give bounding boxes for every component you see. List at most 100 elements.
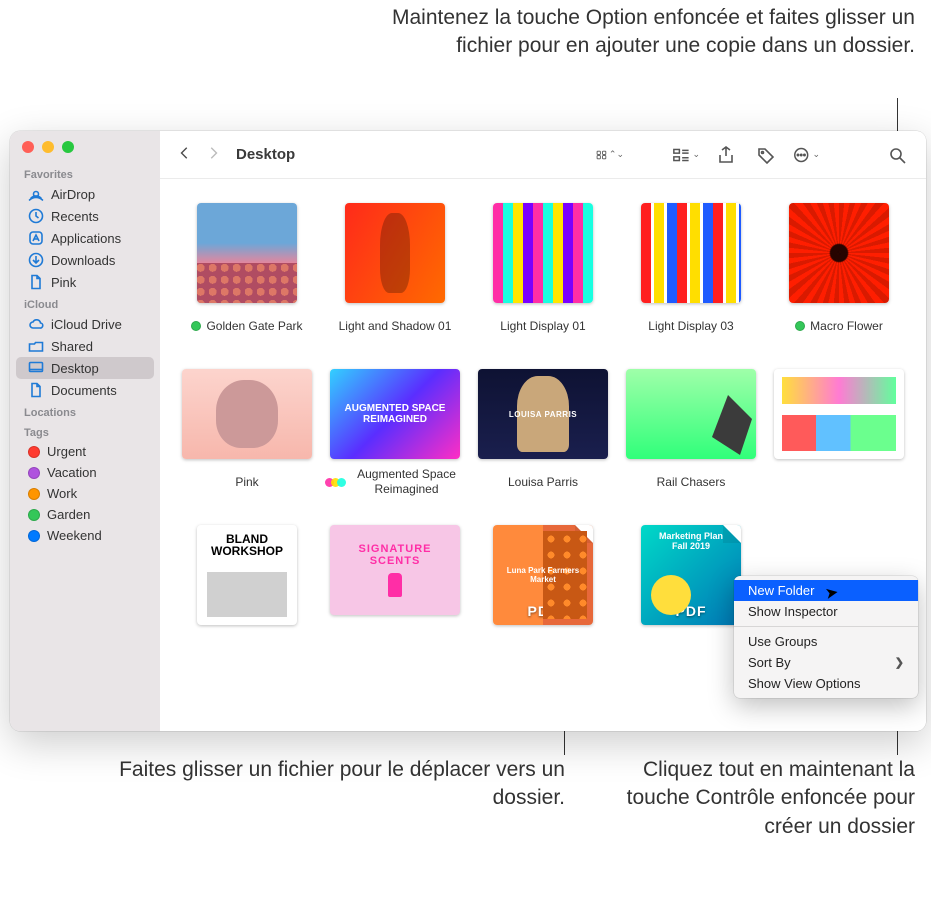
file-thumbnail — [493, 203, 593, 303]
sidebar-item-applications[interactable]: Applications — [16, 227, 154, 249]
ctx-show-inspector[interactable]: Show Inspector — [734, 601, 918, 622]
ctx-use-groups[interactable]: Use Groups — [734, 631, 918, 652]
file-item[interactable]: Light Display 03 — [624, 203, 758, 341]
tag-dot-icon — [28, 530, 40, 542]
sidebar-header-locations: Locations — [10, 401, 160, 421]
tags-button[interactable] — [752, 146, 780, 164]
file-item[interactable]: SIGNATURE SCENTS — [328, 525, 462, 663]
tag-dot-icon — [795, 321, 805, 331]
more-button[interactable]: ⌄ — [792, 146, 820, 164]
chevron-down-icon: ⌄ — [692, 149, 700, 160]
search-button[interactable] — [884, 146, 912, 164]
file-name-row: Light and Shadow 01 — [339, 311, 452, 341]
sidebar-tag-weekend[interactable]: Weekend — [16, 525, 154, 546]
file-name-row: Pink — [235, 467, 258, 497]
sidebar-tag-urgent[interactable]: Urgent — [16, 441, 154, 462]
shared-icon — [28, 338, 44, 354]
sidebar: Favorites AirDrop Recents Applications D… — [10, 131, 160, 731]
file-name: Light Display 01 — [500, 319, 585, 334]
sidebar-item-recents[interactable]: Recents — [16, 205, 154, 227]
group-button[interactable]: ⌄ — [672, 146, 700, 164]
pdf-badge: PDF — [528, 603, 559, 619]
callout-top: Maintenez la touche Option enfoncée et f… — [335, 4, 915, 61]
chevron-right-icon: ❯ — [895, 656, 904, 669]
sidebar-item-label: Applications — [51, 231, 121, 246]
sidebar-item-label: Recents — [51, 209, 99, 224]
forward-button[interactable] — [202, 144, 224, 165]
sidebar-tag-work[interactable]: Work — [16, 483, 154, 504]
sidebar-tag-garden[interactable]: Garden — [16, 504, 154, 525]
main-pane: Desktop ⌃⌄ ⌄ — [160, 131, 926, 731]
sidebar-item-desktop[interactable]: Desktop — [16, 357, 154, 379]
file-name-row: Rail Chasers — [657, 467, 726, 497]
ctx-show-view-options[interactable]: Show View Options — [734, 673, 918, 694]
ctx-new-folder[interactable]: New Folder — [734, 580, 918, 601]
file-item[interactable] — [772, 369, 906, 497]
file-name: Macro Flower — [810, 319, 883, 334]
sidebar-item-label: Work — [47, 486, 77, 501]
file-name-row: Golden Gate Park — [191, 311, 302, 341]
window-controls — [10, 141, 160, 163]
file-item[interactable]: Light and Shadow 01 — [328, 203, 462, 341]
location-title: Desktop — [236, 146, 295, 163]
cloud-icon — [28, 316, 44, 332]
file-item[interactable]: Luna Park Farmers MarketPDF — [476, 525, 610, 663]
sidebar-item-label: Pink — [51, 275, 76, 290]
ctx-item-label: Show Inspector — [748, 604, 838, 619]
sidebar-item-label: Shared — [51, 339, 93, 354]
file-item[interactable]: Light Display 01 — [476, 203, 610, 341]
file-thumbnail — [641, 203, 741, 303]
sidebar-tag-vacation[interactable]: Vacation — [16, 462, 154, 483]
sidebar-item-label: Urgent — [47, 444, 86, 459]
clock-icon — [28, 208, 44, 224]
ctx-item-label: Sort By — [748, 655, 791, 670]
ctx-sort-by[interactable]: Sort By ❯ — [734, 652, 918, 673]
sidebar-item-documents[interactable]: Documents — [16, 379, 154, 401]
ctx-item-label: New Folder — [748, 583, 814, 598]
file-item[interactable]: Rail Chasers — [624, 369, 758, 497]
close-button[interactable] — [22, 141, 34, 153]
file-name: Light and Shadow 01 — [339, 319, 452, 334]
file-name-row: Light Display 01 — [500, 311, 585, 341]
tag-dot-icon — [28, 467, 40, 479]
sidebar-item-label: Weekend — [47, 528, 102, 543]
file-item[interactable]: AUGMENTED SPACE REIMAGINEDAugmented Spac… — [328, 369, 462, 497]
pdf-badge: PDF — [676, 603, 707, 619]
file-thumbnail — [626, 369, 756, 459]
fullscreen-button[interactable] — [62, 141, 74, 153]
minimize-button[interactable] — [42, 141, 54, 153]
sidebar-item-icloud-drive[interactable]: iCloud Drive — [16, 313, 154, 335]
file-item[interactable]: Macro Flower — [772, 203, 906, 341]
sidebar-item-shared[interactable]: Shared — [16, 335, 154, 357]
back-button[interactable] — [174, 144, 196, 165]
sidebar-item-label: AirDrop — [51, 187, 95, 202]
sidebar-item-label: Vacation — [47, 465, 97, 480]
sidebar-item-label: iCloud Drive — [51, 317, 122, 332]
file-item[interactable]: Pink — [180, 369, 314, 497]
file-thumbnail — [774, 369, 904, 459]
view-icons-button[interactable]: ⌃⌄ — [596, 146, 624, 164]
file-thumbnail — [345, 203, 445, 303]
file-grid-area[interactable]: Golden Gate Park Light and Shadow 01 Light… — [160, 179, 926, 731]
file-thumbnail — [197, 203, 297, 303]
file-thumbnail: BLAND WORKSHOP — [197, 525, 297, 625]
file-thumbnail — [182, 369, 312, 459]
context-menu: New Folder Show Inspector Use Groups Sor… — [734, 576, 918, 698]
sidebar-item-airdrop[interactable]: AirDrop — [16, 183, 154, 205]
sidebar-item-label: Documents — [51, 383, 117, 398]
file-thumbnail: Marketing Plan Fall 2019PDF — [641, 525, 741, 625]
app-icon — [28, 230, 44, 246]
doc-icon — [28, 274, 44, 290]
file-name-row: Light Display 03 — [648, 311, 733, 341]
chevron-updown-icon: ⌃⌄ — [609, 149, 624, 160]
sidebar-item-downloads[interactable]: Downloads — [16, 249, 154, 271]
callout-bottom-right: Cliquez tout en maintenant la touche Con… — [615, 756, 915, 841]
share-button[interactable] — [712, 146, 740, 164]
file-item[interactable]: BLAND WORKSHOP — [180, 525, 314, 663]
tag-dot-icon — [28, 446, 40, 458]
file-item[interactable]: LOUISA PARRISLouisa Parris — [476, 369, 610, 497]
file-item[interactable]: Golden Gate Park — [180, 203, 314, 341]
sidebar-item-pink[interactable]: Pink — [16, 271, 154, 293]
ctx-separator — [734, 626, 918, 627]
file-thumbnail: LOUISA PARRIS — [478, 369, 608, 459]
